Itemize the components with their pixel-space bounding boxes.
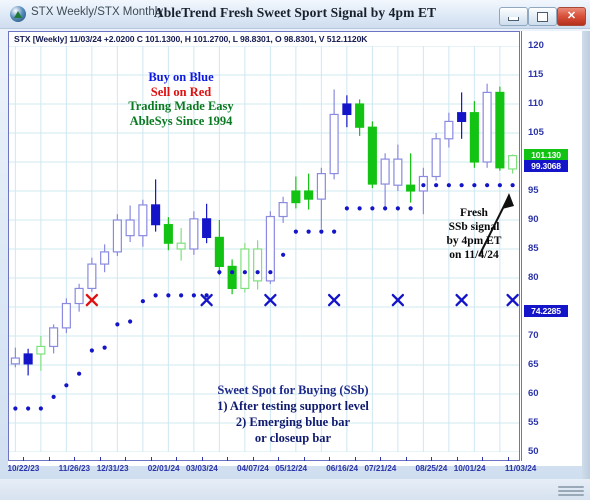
maximize-button[interactable] <box>528 7 557 26</box>
price-tick-120: 120 <box>528 40 544 51</box>
annotation-sweet-spot: Sweet Spot for Buying (SSb) 1) After tes… <box>168 382 418 446</box>
date-tick-mark <box>201 457 203 461</box>
price-axis[interactable]: 120 115 110 105 95 90 85 80 70 65 60 55 50 101.130 99.… <box>521 31 569 461</box>
annotation-sell-on-red: Sell on Red <box>150 84 212 99</box>
resize-grip[interactable] <box>558 484 584 496</box>
price-tick-90: 90 <box>528 214 539 225</box>
ablesys-logo-icon <box>10 6 26 22</box>
price-tick-110: 110 <box>528 98 544 109</box>
date-tick-mark <box>380 457 382 461</box>
annotation-ssb-line3: or closeup bar <box>254 431 332 445</box>
close-button[interactable]: ✕ <box>557 7 586 26</box>
date-axis: 10/22/23 11/26/23 12/31/23 02/01/24 03/03/24… <box>7 457 582 479</box>
price-tick-95: 95 <box>528 185 539 196</box>
date-tick-2: 12/31/23 <box>96 464 129 473</box>
window-titlebar: STX Weekly/STX Monthly AbleTrend Fresh S… <box>0 0 590 29</box>
date-tick-0: 10/22/23 <box>7 464 40 473</box>
minimize-button[interactable] <box>499 7 528 26</box>
document-title: STX Weekly/STX Monthly <box>31 6 164 18</box>
date-tick-5: 04/07/24 <box>236 464 269 473</box>
annotation-ssb-line2: 2) Emerging blue bar <box>235 415 351 429</box>
date-tick-mark <box>99 457 101 461</box>
date-tick-mark <box>431 457 433 461</box>
date-tick-mark <box>303 457 305 461</box>
annotation-fresh-line1: Fresh <box>460 207 488 219</box>
maximize-icon <box>537 11 548 22</box>
minimize-icon <box>508 17 519 21</box>
window-bottom-strip <box>0 479 590 500</box>
date-tick-mark <box>125 457 127 461</box>
date-tick-11: 11/03/24 <box>504 464 537 473</box>
annotation-fresh-line3: by 4pm ET <box>446 235 502 247</box>
price-tick-65: 65 <box>528 359 539 370</box>
annotation-ssb-line1: 1) After testing support level <box>217 399 369 413</box>
date-tick-1: 11/26/23 <box>58 464 91 473</box>
date-tick-mark <box>329 457 331 461</box>
date-tick-10: 10/01/24 <box>453 464 486 473</box>
date-tick-mark <box>482 457 484 461</box>
ablesys-chart-window: STX Weekly/STX Monthly AbleTrend Fresh S… <box>0 0 590 500</box>
stop-price-badge: 74.2285 <box>524 305 568 318</box>
date-tick-4: 03/03/24 <box>185 464 218 473</box>
annotation-ssb-heading: Sweet Spot for Buying (SSb) <box>217 383 369 397</box>
date-tick-7: 06/16/24 <box>326 464 359 473</box>
annotation-trading-made-easy: Trading Made Easy <box>128 99 234 113</box>
date-tick-mark <box>405 457 407 461</box>
price-tick-50: 50 <box>528 446 539 457</box>
date-tick-8: 07/21/24 <box>364 464 397 473</box>
price-tick-85: 85 <box>528 243 539 254</box>
close-price-badge: 99.3068 <box>524 160 568 173</box>
annotation-fresh-line2: SSb signal <box>448 221 500 233</box>
price-tick-80: 80 <box>528 272 539 283</box>
price-tick-115: 115 <box>528 69 544 80</box>
date-tick-mark <box>456 457 458 461</box>
quote-line: STX [Weekly] 11/03/24 +2.0200 C 101.1300… <box>14 34 368 44</box>
annotation-buy-on-blue: Buy on Blue <box>148 70 214 84</box>
date-tick-3: 02/01/24 <box>147 464 180 473</box>
price-tick-70: 70 <box>528 330 539 341</box>
date-tick-mark <box>252 457 254 461</box>
price-tick-60: 60 <box>528 388 539 399</box>
date-tick-mark <box>354 457 356 461</box>
annotation-ablesys-since: AbleSys Since 1994 <box>129 113 233 128</box>
signal-x-markers <box>85 293 519 307</box>
close-icon: ✕ <box>566 10 577 22</box>
date-tick-mark <box>507 457 509 461</box>
date-tick-6: 05/12/24 <box>275 464 308 473</box>
date-tick-mark <box>176 457 178 461</box>
annotation-top: Buy on Blue Sell on Red Trading Made Eas… <box>96 70 266 128</box>
date-tick-mark <box>74 457 76 461</box>
date-tick-mark <box>48 457 50 461</box>
price-tick-105: 105 <box>528 127 544 138</box>
date-tick-mark <box>150 457 152 461</box>
price-tick-55: 55 <box>528 417 539 428</box>
date-tick-mark <box>278 457 280 461</box>
date-tick-9: 08/25/24 <box>415 464 448 473</box>
window-right-edge <box>582 31 590 479</box>
annotation-fresh-line4: on 11/4/24 <box>449 249 499 261</box>
date-tick-mark <box>23 457 25 461</box>
date-tick-mark <box>227 457 229 461</box>
annotation-fresh-ssb: Fresh SSb signal by 4pm ET on 11/4/24 <box>426 206 522 262</box>
